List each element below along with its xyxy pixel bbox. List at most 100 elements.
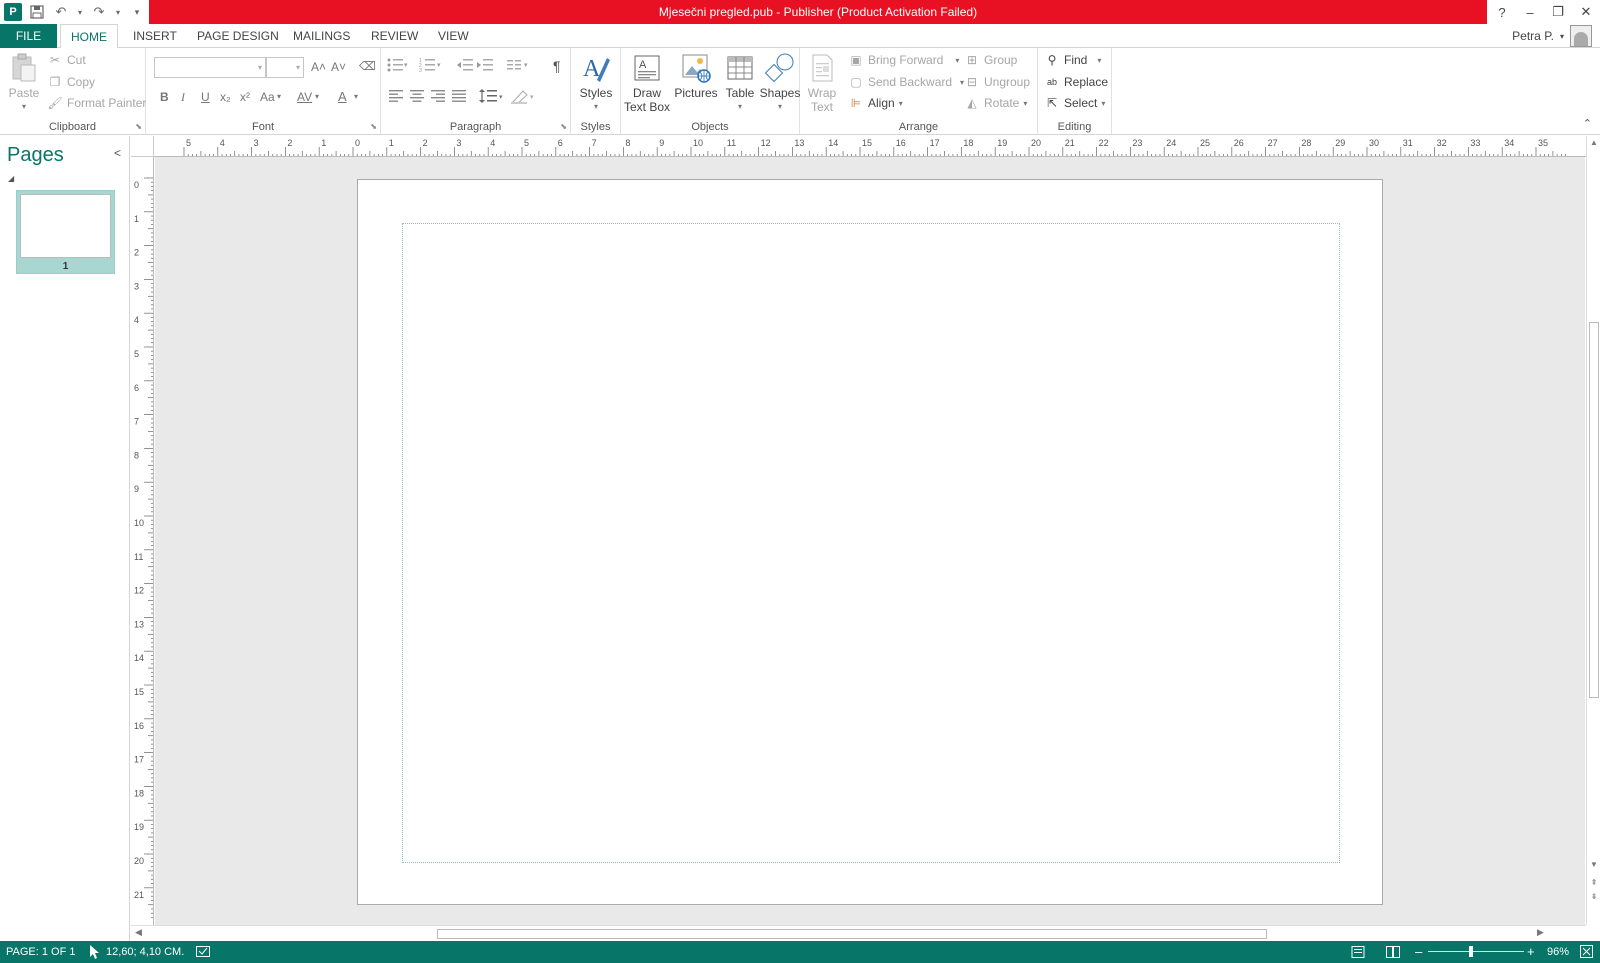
show-marks-button[interactable]: ¶ [553, 58, 561, 74]
help-button[interactable]: ? [1488, 0, 1516, 24]
character-spacing-caret-icon[interactable]: ▾ [315, 92, 319, 101]
next-page-icon[interactable]: ⇟ [1587, 892, 1600, 901]
horizontal-scrollbar[interactable]: ◀ ▶ [131, 925, 1586, 941]
draw-text-box-button[interactable]: A Draw Text Box [623, 52, 671, 114]
tab-page-design[interactable]: PAGE DESIGN [187, 24, 289, 48]
bold-button[interactable]: B [160, 90, 169, 104]
tab-view[interactable]: VIEW [428, 24, 479, 48]
change-case-button[interactable]: Aa [260, 90, 275, 104]
scroll-up-icon[interactable]: ▲ [1587, 138, 1600, 147]
zoom-in-button[interactable]: + [1527, 941, 1535, 963]
columns-icon[interactable]: ▾ [507, 58, 531, 75]
document-canvas[interactable] [155, 157, 1585, 925]
zoom-slider-track[interactable] [1428, 951, 1524, 952]
change-case-caret-icon[interactable]: ▾ [277, 92, 281, 101]
single-page-view-icon[interactable] [1351, 941, 1365, 963]
undo-dropdown-icon[interactable]: ▾ [76, 3, 84, 21]
ruler-tick-label: 10 [693, 138, 703, 148]
character-spacing-button[interactable]: AV [297, 90, 312, 104]
bullets-icon[interactable]: ▾ [387, 58, 409, 75]
vertical-scrollbar[interactable]: ▲ ▼ ⇞ ⇟ [1586, 136, 1600, 925]
bring-forward-button[interactable]: ▣ Bring Forward ▾ [848, 50, 959, 70]
zoom-slider-thumb[interactable] [1469, 946, 1473, 957]
font-size-combo[interactable]: ▾ [266, 57, 304, 78]
publication-page[interactable] [357, 179, 1383, 905]
align-center-icon[interactable] [410, 90, 424, 105]
italic-button[interactable]: I [181, 90, 185, 105]
scroll-left-icon[interactable]: ◀ [135, 927, 142, 938]
send-backward-button[interactable]: ▢ Send Backward ▾ [848, 72, 964, 92]
copy-button[interactable]: ❐ Copy [47, 72, 95, 92]
clipboard-launcher-icon[interactable]: ⬊ [135, 122, 142, 131]
paragraph-launcher-icon[interactable]: ⬊ [560, 122, 567, 131]
styles-button[interactable]: A Styles ▾ [578, 52, 614, 114]
underline-button[interactable]: U [201, 90, 210, 104]
zoom-level[interactable]: 96% [1547, 941, 1569, 963]
align-left-icon[interactable] [389, 90, 403, 105]
section-expand-icon[interactable]: ◢ [8, 174, 14, 183]
undo-icon[interactable]: ↶ [52, 3, 70, 21]
fit-page-icon[interactable] [1580, 941, 1593, 963]
rotate-button[interactable]: ◭ Rotate ▾ [964, 93, 1027, 113]
font-launcher-icon[interactable]: ⬊ [370, 122, 377, 131]
redo-dropdown-icon[interactable]: ▾ [114, 3, 122, 21]
grow-font-icon[interactable]: A˄ [311, 60, 326, 74]
zoom-out-button[interactable]: – [1415, 941, 1422, 963]
scroll-right-icon[interactable]: ▶ [1537, 927, 1544, 938]
paste-button[interactable]: Paste ▾ [8, 52, 40, 114]
ruler-origin[interactable] [131, 136, 154, 157]
table-button[interactable]: Table ▾ [720, 52, 760, 114]
ruler-tick-label: 5 [524, 138, 529, 148]
collapse-ribbon-icon[interactable]: ⌃ [1583, 117, 1592, 130]
horizontal-scroll-thumb[interactable] [437, 929, 1267, 939]
shrink-font-icon[interactable]: A˅ [331, 60, 346, 74]
subscript-button[interactable]: x₂ [220, 90, 231, 104]
save-icon[interactable] [28, 3, 46, 21]
horizontal-ruler[interactable]: 5 4 3 2 1 0 1 2 3 4 5 6 7 8 9 10 11 12 13 14 15 16 17 18 19 20 21 2… [154, 136, 1586, 157]
paragraph-shading-icon[interactable]: ▾ [511, 88, 537, 107]
align-button[interactable]: ⊫ Align ▾ [848, 93, 903, 113]
ungroup-button[interactable]: ⊟ Ungroup [964, 72, 1030, 92]
wrap-text-button[interactable]: Wrap Text [804, 52, 840, 114]
redo-icon[interactable]: ↷ [90, 3, 108, 21]
line-spacing-icon[interactable]: ▾ [479, 88, 505, 107]
publisher-app-icon[interactable]: P [4, 3, 22, 21]
font-name-combo[interactable]: ▾ [154, 57, 266, 78]
superscript-button[interactable]: x² [240, 90, 250, 104]
page-thumbnail[interactable]: 1 [16, 190, 115, 274]
tab-insert[interactable]: INSERT [123, 24, 187, 48]
minimize-button[interactable]: – [1516, 0, 1544, 24]
font-color-caret-icon[interactable]: ▾ [354, 92, 358, 101]
tab-mailings[interactable]: MAILINGS [283, 24, 360, 48]
previous-page-icon[interactable]: ⇞ [1587, 878, 1600, 887]
select-button[interactable]: ⇱ Select ▾ [1044, 93, 1105, 113]
user-account[interactable]: Petra P. ▾ [1512, 24, 1592, 48]
numbering-icon[interactable]: 1 2 3 ▾ [419, 58, 443, 75]
vertical-scroll-thumb[interactable] [1589, 322, 1599, 698]
tab-home[interactable]: HOME [60, 24, 118, 49]
two-page-view-icon[interactable] [1386, 941, 1400, 963]
find-button[interactable]: ⚲ Find ▾ [1044, 50, 1102, 70]
vertical-ruler[interactable]: 0123456789101112131415161718192021 [131, 157, 154, 925]
tab-review[interactable]: REVIEW [361, 24, 428, 48]
close-button[interactable]: ✕ [1572, 0, 1600, 24]
shapes-button[interactable]: Shapes ▾ [760, 52, 800, 114]
justify-icon[interactable] [452, 90, 466, 105]
spelling-status-icon[interactable] [196, 941, 210, 963]
restore-button[interactable]: ❐ [1544, 0, 1572, 24]
increase-indent-icon[interactable] [477, 58, 493, 75]
align-right-icon[interactable] [431, 90, 445, 105]
pictures-button[interactable]: Pictures [672, 52, 720, 100]
page-indicator[interactable]: PAGE: 1 OF 1 [6, 941, 76, 963]
tab-file[interactable]: FILE [0, 24, 57, 48]
format-painter-button[interactable]: 🖌 Format Painter [47, 93, 146, 113]
collapse-pages-pane-icon[interactable]: < [114, 146, 121, 160]
customize-qat-icon[interactable]: ▾ [128, 3, 146, 21]
replace-button[interactable]: ab Replace [1044, 72, 1108, 92]
group-button[interactable]: ⊞ Group [964, 50, 1017, 70]
cut-button[interactable]: ✂ Cut [47, 50, 86, 70]
decrease-indent-icon[interactable] [457, 58, 473, 75]
scroll-down-icon[interactable]: ▼ [1587, 860, 1600, 869]
font-color-button[interactable]: A [338, 89, 347, 104]
clear-formatting-icon[interactable]: ⌫ [359, 59, 376, 73]
